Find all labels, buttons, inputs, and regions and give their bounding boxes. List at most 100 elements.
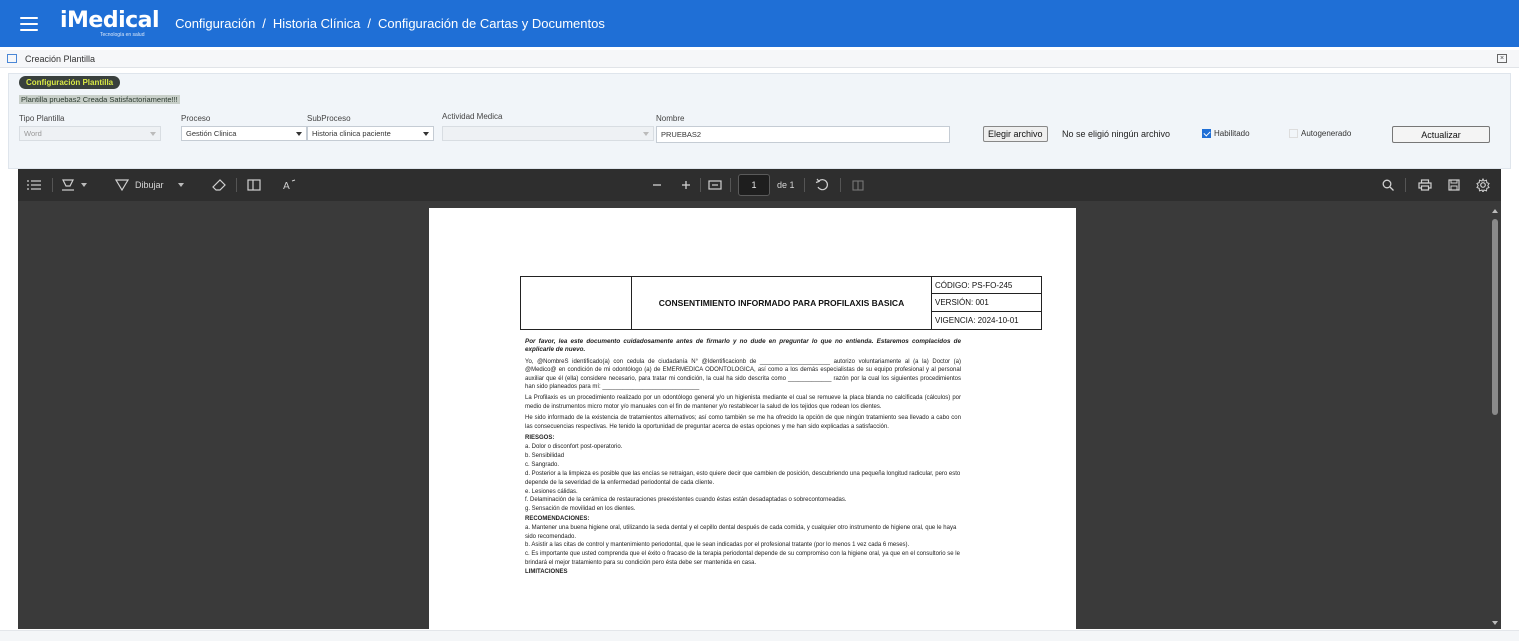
zoom-in-icon[interactable] bbox=[681, 169, 691, 201]
document-viewer: Dibujar A 1 de 1 CONSENTIMIENTO INFORMAD… bbox=[18, 169, 1501, 629]
document-page: CONSENTIMIENTO INFORMADO PARA PROFILAXIS… bbox=[429, 208, 1076, 629]
recomendaciones-list: a. Mantener una buena higiene oral, util… bbox=[525, 524, 961, 567]
success-message: Plantilla pruebas2 Creada Satisfactoriam… bbox=[19, 95, 180, 104]
document-body: Por favor, lea este documento cuidadosam… bbox=[525, 338, 961, 578]
zoom-out-icon[interactable] bbox=[652, 169, 662, 201]
toolbar-divider bbox=[700, 178, 701, 192]
panel-header: Creación Plantilla × bbox=[0, 50, 1519, 68]
nombre-input[interactable]: PRUEBAS2 bbox=[656, 126, 950, 143]
breadcrumb-separator: / bbox=[262, 16, 266, 31]
config-section-badge: Configuración Plantilla bbox=[19, 76, 121, 89]
sidebar-toggle-icon[interactable] bbox=[247, 169, 261, 201]
actividad-medica-select[interactable] bbox=[442, 126, 654, 141]
choose-file-button[interactable]: Elegir archivo bbox=[983, 126, 1048, 142]
hamburger-menu-icon[interactable] bbox=[20, 16, 38, 31]
logo-tagline: Tecnología en salud bbox=[100, 31, 145, 38]
subproceso-select[interactable]: Historia clinica paciente bbox=[307, 126, 434, 141]
habilitado-label: Habilitado bbox=[1214, 129, 1250, 138]
viewer-scrollbar[interactable] bbox=[1491, 209, 1499, 625]
chevron-down-icon bbox=[423, 132, 429, 136]
document-paragraph: La Profilaxis es un procedimiento realiz… bbox=[525, 395, 961, 410]
actividad-medica-label: Actividad Medica bbox=[442, 112, 503, 121]
panel-title: Creación Plantilla bbox=[25, 53, 96, 64]
chevron-down-icon bbox=[643, 132, 649, 136]
toolbar-divider bbox=[236, 178, 237, 192]
tipo-plantilla-select[interactable]: Word bbox=[19, 126, 161, 141]
page-view-icon[interactable] bbox=[852, 169, 864, 201]
breadcrumb-configuracion[interactable]: Configuración bbox=[175, 16, 255, 31]
breadcrumb-configuracion-cartas[interactable]: Configuración de Cartas y Documentos bbox=[378, 16, 605, 31]
list-item: d. Posterior a la limpieza es posible qu… bbox=[525, 471, 961, 486]
app-logo[interactable]: iMedical Tecnología en salud bbox=[60, 7, 160, 38]
list-item: f. Delaminación de la cerámica de restau… bbox=[525, 497, 847, 504]
tipo-plantilla-label: Tipo Plantilla bbox=[19, 114, 65, 123]
print-icon[interactable] bbox=[1418, 169, 1432, 201]
document-meta: CÓDIGO: PS-FO-245 VERSIÓN: 001 VIGENCIA:… bbox=[932, 277, 1042, 329]
breadcrumb-separator: / bbox=[367, 16, 371, 31]
toolbar-divider bbox=[730, 178, 731, 192]
scroll-down-icon[interactable] bbox=[1492, 621, 1498, 625]
tipo-plantilla-field: Tipo Plantilla Word bbox=[19, 114, 161, 141]
rotate-icon[interactable] bbox=[815, 169, 829, 201]
document-intro: Por favor, lea este documento cuidadosam… bbox=[525, 338, 961, 354]
toolbar-divider bbox=[52, 178, 53, 192]
subproceso-value: Historia clinica paciente bbox=[312, 129, 391, 138]
template-config-section: Configuración Plantilla Plantilla prueba… bbox=[8, 73, 1511, 169]
chevron-down-icon bbox=[296, 132, 302, 136]
toolbar-divider bbox=[1405, 178, 1406, 192]
document-paragraph: He sido informado de la existencia de tr… bbox=[525, 415, 961, 430]
toolbar-divider bbox=[804, 178, 805, 192]
file-status-text: No se eligió ningún archivo bbox=[1062, 129, 1171, 139]
update-button[interactable]: Actualizar bbox=[1392, 126, 1490, 143]
page-number-input[interactable]: 1 bbox=[738, 174, 770, 196]
logo-text: iMedical bbox=[60, 7, 160, 33]
page-number-group: 1 de 1 bbox=[738, 169, 795, 201]
riesgos-heading: RIESGOS: bbox=[525, 435, 555, 442]
gear-icon[interactable] bbox=[1476, 169, 1490, 201]
search-icon[interactable] bbox=[1382, 169, 1394, 201]
riesgos-list: a. Dolor o disconfort post-operatorio. b… bbox=[525, 443, 961, 513]
chevron-down-icon bbox=[150, 132, 156, 136]
scroll-up-icon[interactable] bbox=[1492, 209, 1498, 213]
bottom-status-bar bbox=[0, 630, 1519, 641]
list-item: b. Sensibilidad bbox=[525, 453, 565, 460]
draw-tool[interactable]: Dibujar bbox=[115, 169, 184, 201]
proceso-label: Proceso bbox=[181, 114, 211, 123]
autogenerado-checkbox[interactable] bbox=[1289, 129, 1298, 138]
toolbar-divider bbox=[840, 178, 841, 192]
scrollbar-thumb[interactable] bbox=[1492, 219, 1498, 415]
list-item: g. Sensación de movilidad en los dientes… bbox=[525, 506, 636, 513]
chevron-down-icon bbox=[177, 183, 184, 187]
chevron-down-icon bbox=[81, 183, 87, 187]
list-item: e. Lesiones cálidas. bbox=[525, 488, 578, 495]
list-item: a. Mantener una buena higiene oral, util… bbox=[525, 525, 957, 540]
tipo-plantilla-value: Word bbox=[24, 129, 42, 138]
fit-page-icon[interactable] bbox=[708, 169, 722, 201]
nombre-field: Nombre PRUEBAS2 bbox=[656, 114, 950, 143]
read-aloud-icon[interactable]: A bbox=[282, 169, 296, 201]
document-code: CÓDIGO: PS-FO-245 bbox=[932, 277, 1042, 295]
highlight-tool[interactable] bbox=[61, 169, 87, 201]
viewer-toolbar: Dibujar A 1 de 1 bbox=[18, 169, 1501, 201]
habilitado-checkbox[interactable] bbox=[1202, 129, 1211, 138]
proceso-select[interactable]: Gestión Clinica bbox=[181, 126, 307, 141]
document-logo-cell bbox=[521, 277, 632, 329]
habilitado-checkbox-group[interactable]: Habilitado bbox=[1202, 129, 1250, 138]
panel-close-icon[interactable]: × bbox=[1497, 54, 1507, 63]
nombre-value: PRUEBAS2 bbox=[661, 130, 702, 139]
list-item: c. Es importante que usted comprenda que… bbox=[525, 551, 960, 566]
breadcrumb-historia-clinica[interactable]: Historia Clínica bbox=[273, 16, 360, 31]
document-vigencia: VIGENCIA: 2024-10-01 bbox=[935, 315, 1019, 325]
list-item: c. Sangrado. bbox=[525, 462, 560, 469]
subproceso-field: SubProceso Historia clinica paciente bbox=[307, 114, 434, 141]
page-total-label: de 1 bbox=[777, 180, 795, 190]
breadcrumb: Configuración / Historia Clínica / Confi… bbox=[175, 16, 605, 31]
eraser-icon[interactable] bbox=[212, 169, 226, 201]
document-paragraph: Yo, @NombreS identificado(a) con cedula … bbox=[525, 358, 961, 391]
document-version: VERSIÓN: 001 bbox=[932, 294, 1042, 312]
autogenerado-checkbox-group[interactable]: Autogenerado bbox=[1289, 129, 1351, 138]
save-icon[interactable] bbox=[1448, 169, 1460, 201]
recomendaciones-heading: RECOMENDACIONES: bbox=[525, 515, 590, 522]
outline-list-icon[interactable] bbox=[27, 169, 41, 201]
svg-text:A: A bbox=[283, 181, 290, 191]
